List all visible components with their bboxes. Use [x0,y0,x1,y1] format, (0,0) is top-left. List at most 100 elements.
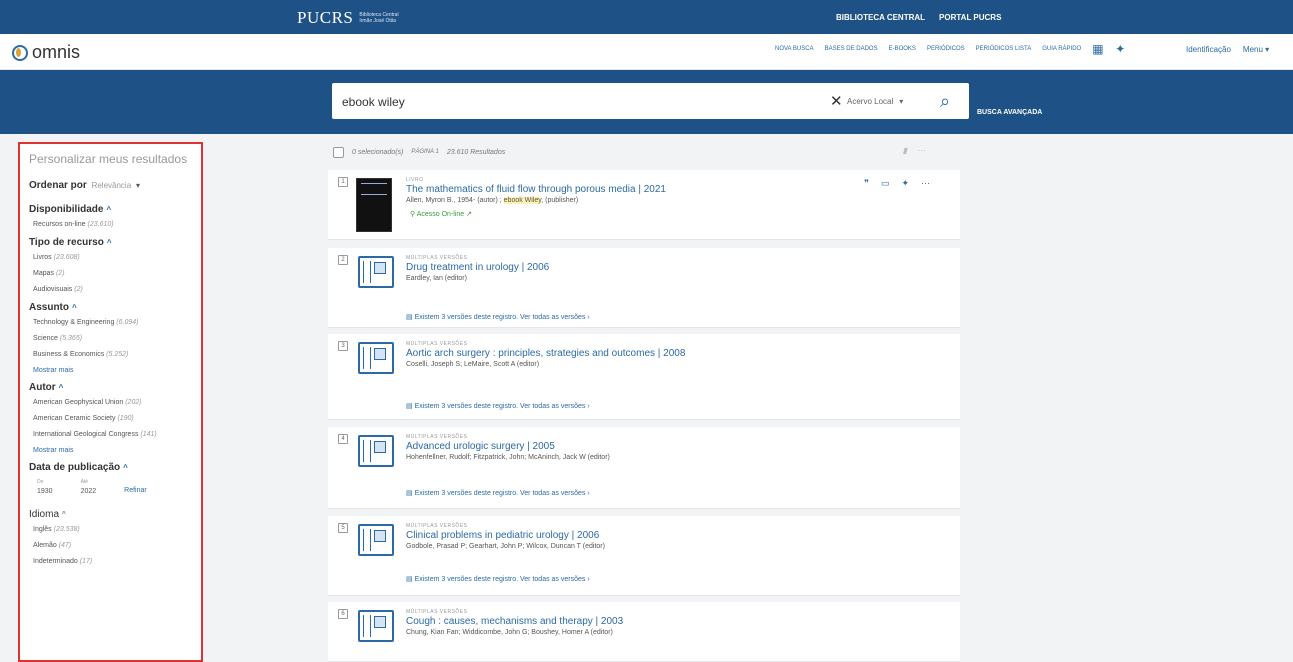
chevron-up-icon: ^ [123,463,128,472]
external-link-icon: ↗ [466,211,472,218]
facet-item[interactable]: Science (5.365) [33,335,192,342]
online-access-link[interactable]: ⚲ Acesso On-line ↗ [410,210,472,218]
results-tools-icons[interactable]: ▮⋯ [903,146,935,155]
facet-item[interactable]: American Geophysical Union (202) [33,399,192,406]
versions-icon: ▤ [406,490,413,497]
nav-bar: omnis NOVA BUSCA BASES DE DADOS E-BOOKS … [0,34,1293,70]
nav-periodicos-lista[interactable]: PERIÓDICOS LISTA [976,46,1032,55]
date-from-input[interactable]: 1930 [37,488,53,495]
result-author: Chung, Kian Fan; Widdicombe, John G; Bou… [406,629,613,636]
result-card[interactable]: 6 MÚLTIPLAS VERSÕES Cough : causes, mech… [328,602,960,662]
result-author: Eardley, Ian (editor) [406,275,467,282]
sort-control[interactable]: Ordenar por Relevância ▾ [29,180,192,191]
pucrs-logo[interactable]: PUCRS Biblioteca Central Irmão José Otão [297,8,399,28]
facet-author[interactable]: Autor ^ [29,382,192,393]
versions-icon: ▤ [406,576,413,583]
chevron-up-icon: ^ [62,510,66,519]
versions-icon: ▤ [406,314,413,321]
multiple-versions-icon [358,342,394,374]
facet-item[interactable]: Audiovisuais (2) [33,286,192,293]
nav-bases-de-dados[interactable]: BASES DE DADOS [825,46,878,55]
result-title[interactable]: Cough : causes, mechanisms and therapy |… [406,616,623,627]
select-all-checkbox[interactable] [333,146,344,158]
facet-subject[interactable]: Assunto ^ [29,302,192,313]
chevron-down-icon: ▾ [1265,45,1270,54]
nav-guia-rapido[interactable]: GUIA RÁPIDO [1042,46,1081,55]
show-more-author[interactable]: Mostrar mais [33,447,192,454]
nav-periodicos[interactable]: PERIÓDICOS [927,46,965,55]
nav-ebooks[interactable]: E-BOOKS [889,46,916,55]
signin-link[interactable]: Identificação [1186,45,1231,54]
multiple-versions-icon [358,435,394,467]
date-range: De 1930 Até 2022 Refinar [37,479,147,495]
facet-item[interactable]: Mapas (2) [33,270,192,277]
facet-item[interactable]: Business & Economics (5.252) [33,351,192,358]
scope-select[interactable]: Acervo Local ▾ [847,97,903,106]
result-card[interactable]: 5 MÚLTIPLAS VERSÕES Clinical problems in… [328,516,960,596]
facet-item[interactable]: Technology & Engineering (6.094) [33,319,192,326]
versions-icon: ▤ [406,403,413,410]
facet-resource-type[interactable]: Tipo de recurso ^ [29,237,192,248]
book-cover-image[interactable] [356,178,392,232]
search-input[interactable]: ebook wiley [342,95,405,109]
search-banner: ebook wiley ✕ Acervo Local ▾ ⌕ BUSCA AVAN… [0,70,1293,134]
result-card[interactable]: 1 LIVRO The mathematics of fluid flow th… [328,170,960,240]
versions-link[interactable]: ▤ Existem 3 versões deste registro. Ver … [406,489,590,497]
facet-item[interactable]: American Ceramic Society (190) [33,415,192,422]
search-icon[interactable]: ⌕ [940,91,950,112]
versions-link[interactable]: ▤ Existem 3 versões deste registro. Ver … [406,575,590,583]
pucrs-brand: PUCRS [297,8,354,27]
result-title[interactable]: Advanced urologic surgery | 2005 [406,441,555,452]
result-card[interactable]: 2 MÚLTIPLAS VERSÕES Drug treatment in ur… [328,248,960,328]
result-author: Allen, Myron B., 1954- (autor) ; ebook W… [406,197,579,204]
brand-subtitle: Biblioteca Central Irmão José Otão [359,12,399,24]
sort-caret-icon: ▾ [135,181,140,190]
versions-link[interactable]: ▤ Existem 3 versões deste registro. Ver … [406,313,590,321]
multiple-versions-icon [358,256,394,288]
result-author: Hohenfellner, Rudolf; Fitzpatrick, John;… [406,454,610,461]
facet-item[interactable]: Inglês (23.538) [33,526,192,533]
refine-button[interactable]: Refinar [124,487,147,495]
facet-language[interactable]: Idioma ^ [29,509,192,520]
multiple-versions-icon [358,610,394,642]
result-actions[interactable]: ❞▭✦⋯ [864,178,942,189]
link-icon: ⚲ [410,211,416,218]
sidebar-title: Personalizar meus resultados [29,152,188,166]
result-title[interactable]: Drug treatment in urology | 2006 [406,262,549,273]
menu-button[interactable]: Menu ▾ [1243,45,1269,54]
library-card-icon[interactable]: ▦ [1092,43,1104,55]
advanced-search-link[interactable]: BUSCA AVANÇADA [977,109,1042,116]
top-bar: PUCRS Biblioteca Central Irmão José Otão … [0,0,1293,34]
multiple-versions-icon [358,524,394,556]
omnis-logo-icon [12,44,28,61]
link-biblioteca-central[interactable]: BIBLIOTECA CENTRAL [836,13,925,22]
result-author: Coselli, Joseph S; LeMaire, Scott A (edi… [406,361,540,368]
result-title[interactable]: The mathematics of fluid flow through po… [406,184,666,195]
facet-item[interactable]: Alemão (47) [33,542,192,549]
result-author: Godbole, Prasad P; Gearhart, John P; Wil… [406,543,605,550]
chevron-up-icon: ^ [58,383,64,392]
result-title[interactable]: Aortic arch surgery : principles, strate… [406,348,685,359]
nav-nova-busca[interactable]: NOVA BUSCA [775,46,814,55]
facet-item[interactable]: Recursos on-line (23.610) [33,221,192,228]
show-more-subject[interactable]: Mostrar mais [33,367,192,374]
facet-item[interactable]: International Geological Congress (141) [33,431,192,438]
pin-icon[interactable]: ✦ [1115,43,1127,55]
result-title[interactable]: Clinical problems in pediatric urology |… [406,530,599,541]
result-card[interactable]: 4 MÚLTIPLAS VERSÕES Advanced urologic su… [328,427,960,509]
result-card[interactable]: 3 MÚLTIPLAS VERSÕES Aortic arch surgery … [328,334,960,420]
filter-sidebar: Personalizar meus resultados Ordenar por… [18,142,203,662]
link-portal-pucrs[interactable]: PORTAL PUCRS [939,13,1001,22]
clear-search-icon[interactable]: ✕ [830,92,843,110]
date-to-input[interactable]: 2022 [81,488,97,495]
omnis-logo[interactable]: omnis [12,42,80,63]
versions-link[interactable]: ▤ Existem 3 versões deste registro. Ver … [406,402,590,410]
chevron-up-icon: ^ [106,238,112,247]
facet-availability[interactable]: Disponibilidade ^ [29,204,192,215]
results-header: 0 selecionado(s) PÁGINA 1 23.610 Resulta… [333,142,960,162]
facet-item[interactable]: Indeterminado (17) [33,558,192,565]
facet-item[interactable]: Livros (23.608) [33,254,192,261]
facet-pubdate[interactable]: Data de publicação ^ [29,462,192,473]
chevron-up-icon: ^ [106,205,112,214]
caret-down-icon: ▾ [899,97,904,106]
